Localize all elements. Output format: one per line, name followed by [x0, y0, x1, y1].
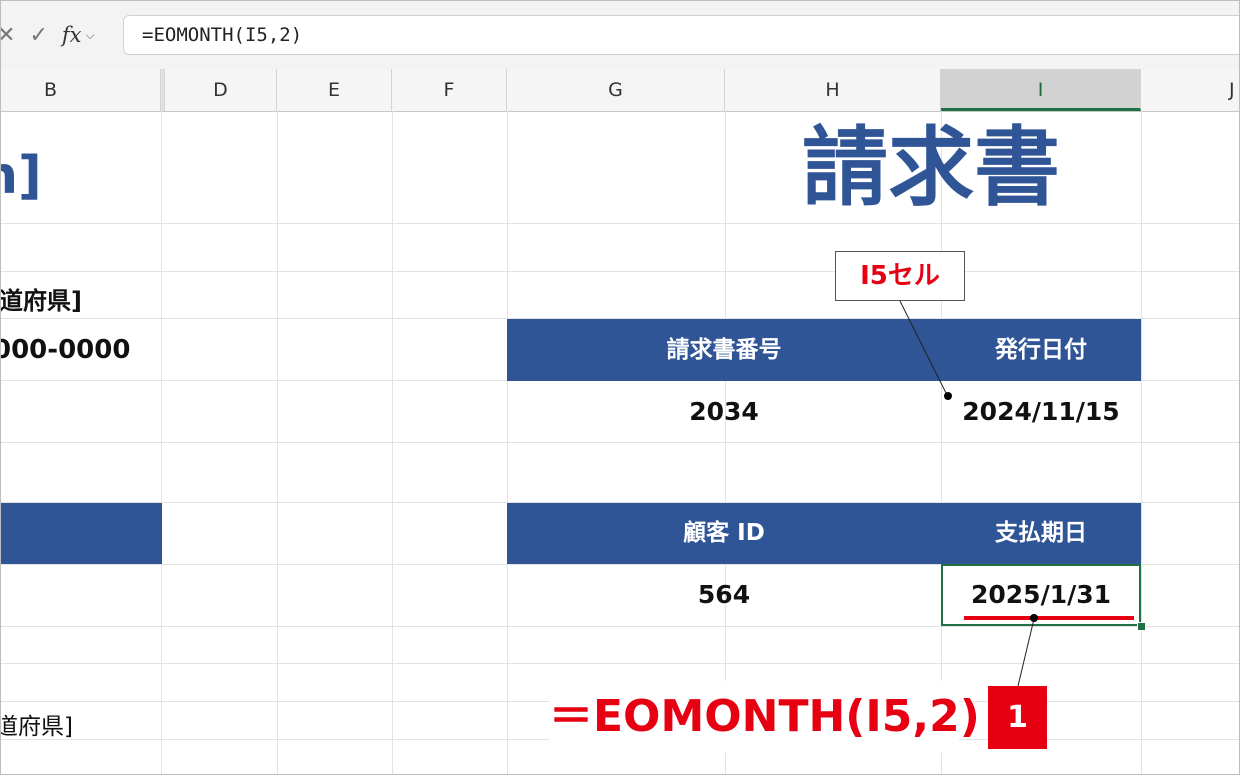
grid-line	[1, 223, 1239, 224]
formula-bar-controls: ✕ ✓ fx ⌵	[1, 17, 95, 53]
grid-line	[1, 663, 1239, 664]
cancel-icon[interactable]: ✕	[1, 23, 15, 48]
column-header-d[interactable]: D	[165, 69, 277, 111]
column-header-f[interactable]: F	[392, 69, 507, 111]
column-header-i[interactable]: I	[941, 69, 1141, 111]
cell-reference-callout: I5セル	[835, 251, 965, 301]
customer-id-header: 顧客 ID	[507, 503, 941, 564]
chevron-down-icon[interactable]: ⌵	[86, 28, 95, 43]
formula-bar: ✕ ✓ fx ⌵ =EOMONTH(I5,2)	[1, 1, 1239, 69]
column-header-row: B D E F G H I J	[1, 69, 1239, 112]
phone-number: 000-0000	[0, 335, 131, 365]
formula-input[interactable]: =EOMONTH(I5,2)	[123, 15, 1239, 55]
red-underline	[964, 616, 1134, 620]
grid-line	[1, 626, 1239, 627]
grid-line	[1141, 111, 1142, 774]
left-title-fragment: h]	[1, 146, 42, 206]
invoice-number-value[interactable]: 2034	[507, 381, 941, 443]
prefecture-label: 道府県]	[0, 287, 82, 315]
bottom-prefecture-label: 道府県]	[0, 714, 73, 740]
left-blue-header	[1, 503, 162, 564]
grid-line	[1, 271, 1239, 272]
issue-date-header: 発行日付	[941, 319, 1141, 381]
grid-line	[725, 111, 726, 774]
screenshot-frame: ✕ ✓ fx ⌵ =EOMONTH(I5,2) B D E F G H I J	[0, 0, 1240, 775]
insert-function-icon[interactable]: fx	[62, 23, 82, 47]
due-date-header: 支払期日	[941, 503, 1141, 564]
grid-line	[161, 111, 162, 774]
column-header-e[interactable]: E	[277, 69, 392, 111]
enter-check-icon[interactable]: ✓	[29, 23, 47, 48]
column-header-j[interactable]: J	[1141, 69, 1239, 111]
formula-annotation: ＝EOMONTH(I5,2)	[549, 681, 980, 753]
issue-date-value[interactable]: 2024/11/15	[941, 381, 1141, 443]
grid-line	[277, 111, 278, 774]
fill-handle[interactable]	[1137, 622, 1146, 631]
column-header-b[interactable]: B	[1, 69, 161, 111]
customer-id-value[interactable]: 564	[507, 564, 941, 626]
invoice-number-header: 請求書番号	[507, 319, 941, 381]
column-header-h[interactable]: H	[725, 69, 941, 111]
grid-line	[507, 111, 508, 774]
step-number-badge: 1	[988, 686, 1047, 749]
invoice-title: 請求書	[802, 118, 1060, 218]
column-header-g[interactable]: G	[507, 69, 725, 111]
grid-line	[392, 111, 393, 774]
